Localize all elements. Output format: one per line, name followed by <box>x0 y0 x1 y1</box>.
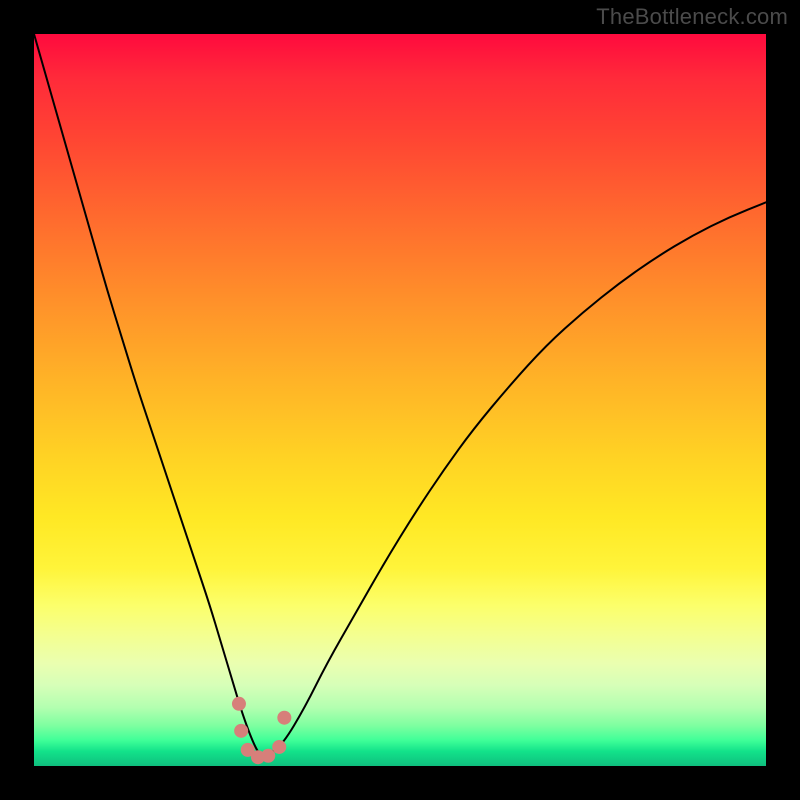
min-region-point <box>232 697 246 711</box>
min-region-markers-svg <box>34 34 766 766</box>
min-region-point <box>234 724 248 738</box>
min-region-point <box>261 749 275 763</box>
plot-area <box>34 34 766 766</box>
min-region-markers <box>232 697 291 764</box>
watermark-text: TheBottleneck.com <box>596 4 788 30</box>
min-region-point <box>272 740 286 754</box>
chart-frame: TheBottleneck.com <box>0 0 800 800</box>
min-region-point <box>277 711 291 725</box>
